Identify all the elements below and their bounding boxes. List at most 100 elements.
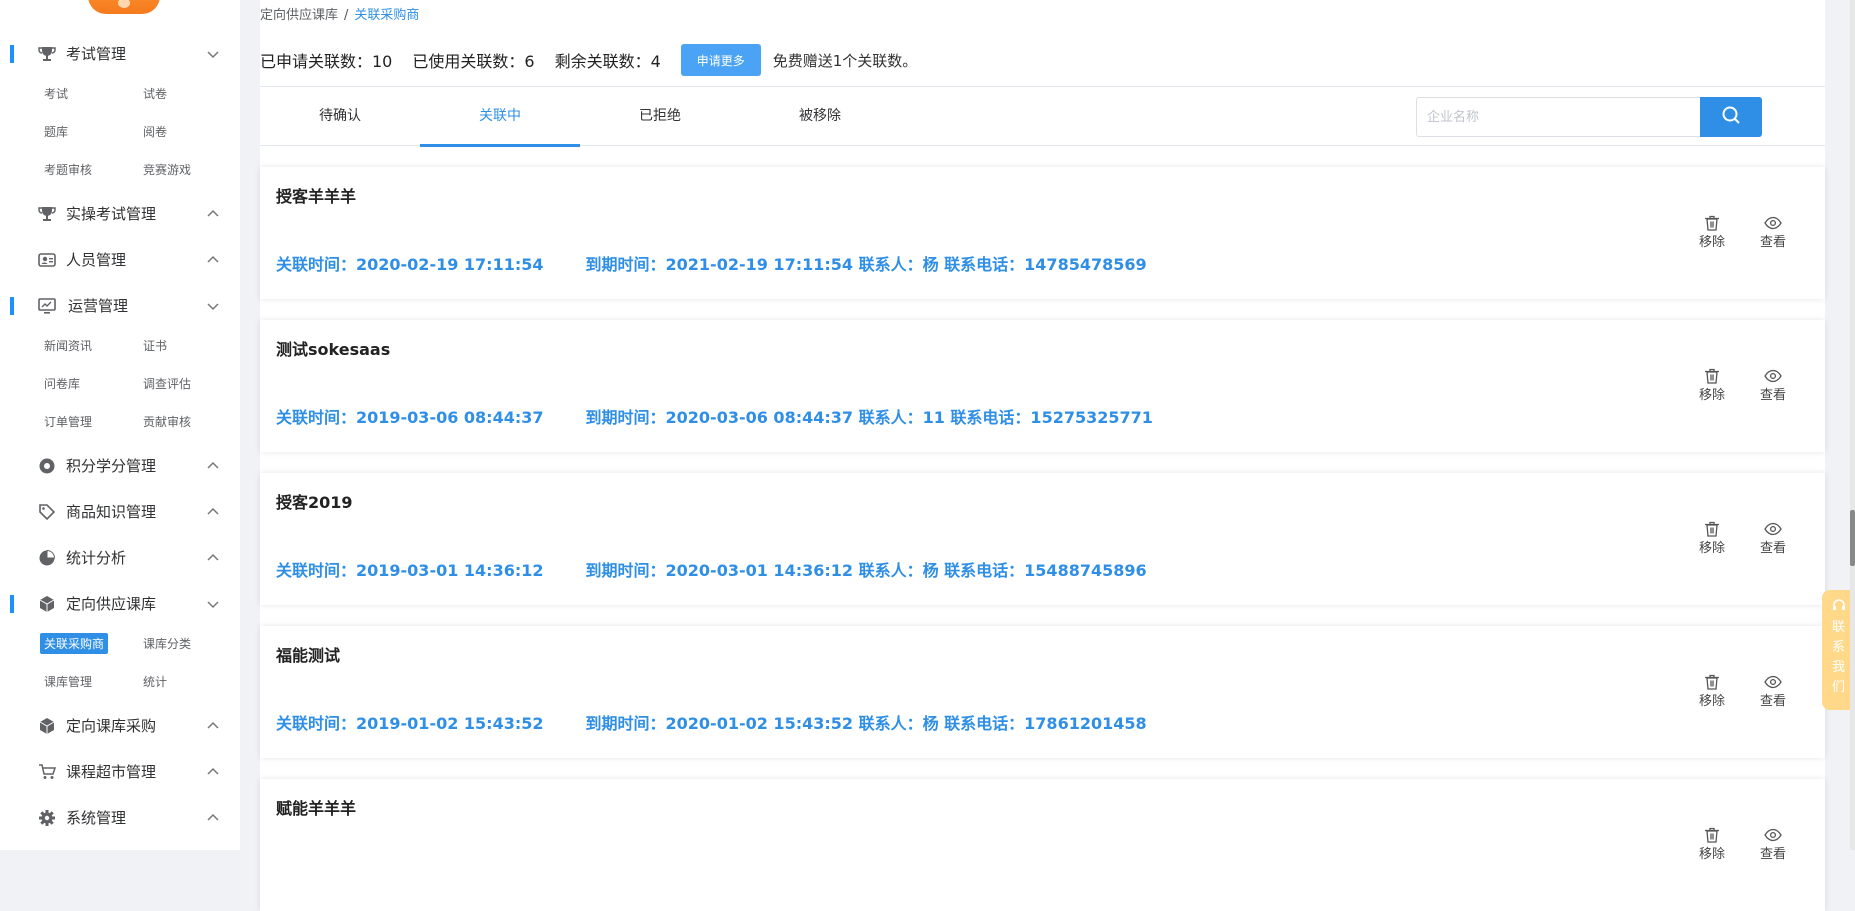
linked-time: 关联时间：2020-02-19 17:11:54 [276,255,544,274]
breadcrumb-current: 关联采购商 [354,8,420,23]
chevron-down-icon [206,46,220,60]
remove-label: 移除 [1698,388,1725,403]
breadcrumb-separator: / [344,8,349,23]
scrollbar-thumb[interactable] [1850,510,1855,566]
eye-icon [1753,215,1793,231]
company-name: 授客羊羊羊 [276,187,357,206]
linked-time: 关联时间：2019-03-01 14:36:12 [276,561,544,580]
card-info: 关联时间：2019-01-02 15:43:52 到期时间：2020-01-02 … [276,710,1147,734]
sidebar-group-label: 定向供应课库 [66,595,157,613]
sidebar-item-library-management[interactable]: 课库管理 [44,673,92,690]
chevron-up-icon [206,504,220,518]
chevron-up-icon [206,764,220,778]
sidebar-group-points[interactable]: 积分学分管理 [0,443,240,489]
tab-pending[interactable]: 待确认 [260,87,420,147]
linked-time: 关联时间：2019-01-02 15:43:52 [276,714,544,733]
sidebar-group-system[interactable]: 系统管理 [0,795,240,841]
purchaser-card: 福能测试 关联时间：2019-01-02 15:43:52 到期时间：2020-0… [260,626,1825,758]
expiry-contact: 到期时间：2020-03-06 08:44:37 联系人：11 联系电话：152… [585,408,1153,427]
sidebar-group-label: 实操考试管理 [66,205,157,223]
pie-chart-icon [38,549,56,567]
sidebar-group-statistics[interactable]: 统计分析 [0,535,240,581]
tab-linked[interactable]: 关联中 [420,87,580,147]
trash-icon [1692,368,1732,384]
sidebar-group-product-knowledge[interactable]: 商品知识管理 [0,489,240,535]
view-button[interactable]: 查看 [1753,215,1793,250]
applied-count: 已申请关联数：10 [260,52,393,71]
chevron-up-icon [206,810,220,824]
tab-removed[interactable]: 被移除 [740,87,900,147]
sidebar-item-library-category[interactable]: 课库分类 [143,635,191,652]
remove-button[interactable]: 移除 [1692,674,1732,709]
expiry-contact: 到期时间：2020-01-02 15:43:52 联系人：杨 联系电话：1786… [585,714,1147,733]
sidebar: 考试管理 考试 试卷 题库 阅卷 考题审核 竞赛游戏 实操考试管理 人员管理 运… [0,0,240,850]
sidebar-group-label: 考试管理 [66,45,127,63]
sidebar-group-directed-supply[interactable]: 定向供应课库 [0,581,240,627]
view-label: 查看 [1759,235,1786,250]
sidebar-item-stats[interactable]: 统计 [143,673,167,690]
card-info: 关联时间：2020-02-19 17:11:54 到期时间：2021-02-19 … [276,251,1147,275]
sidebar-item-exam[interactable]: 考试 [44,85,68,102]
sidebar-item-news[interactable]: 新闻资讯 [44,337,92,354]
remove-button[interactable]: 移除 [1692,215,1732,250]
sidebar-group-label: 课程超市管理 [66,763,157,781]
sidebar-item-certificate[interactable]: 证书 [143,337,167,354]
chevron-down-icon [206,596,220,610]
page-scrollbar[interactable] [1850,0,1855,850]
view-button[interactable]: 查看 [1753,368,1793,403]
sidebar-item-contest-game[interactable]: 竞赛游戏 [143,161,191,178]
association-stats: 已申请关联数：10 已使用关联数：6 剩余关联数：4 申请更多 免费赠送1个关联… [260,44,917,76]
sidebar-item-paper[interactable]: 试卷 [143,85,167,102]
sidebar-group-label: 积分学分管理 [66,457,157,475]
search-button[interactable] [1700,97,1762,137]
sidebar-group-label: 系统管理 [66,809,127,827]
breadcrumb-parent[interactable]: 定向供应课库 [260,8,338,23]
view-button[interactable]: 查看 [1753,827,1793,862]
box-icon [38,595,56,613]
logo [88,0,160,14]
remove-button[interactable]: 移除 [1692,827,1732,862]
view-label: 查看 [1759,847,1786,862]
sidebar-item-questionnaire[interactable]: 问卷库 [44,375,80,392]
sidebar-item-linked-purchasers[interactable]: 关联采购商 [40,633,109,654]
purchaser-card: 授客2019 关联时间：2019-03-01 14:36:12 到期时间：2020… [260,473,1825,605]
company-name: 授客2019 [276,493,353,512]
apply-more-button[interactable]: 申请更多 [680,44,761,76]
sidebar-item-survey[interactable]: 调查评估 [143,375,191,392]
tab-rejected[interactable]: 已拒绝 [580,87,740,147]
trash-icon [1692,215,1732,231]
box-icon [38,717,56,735]
sidebar-group-label: 商品知识管理 [66,503,157,521]
search-input[interactable] [1417,98,1707,136]
sidebar-group-course-market[interactable]: 课程超市管理 [0,749,240,795]
sidebar-item-question-review[interactable]: 考题审核 [44,161,92,178]
trash-icon [1692,521,1732,537]
purchaser-card: 授客羊羊羊 关联时间：2020-02-19 17:11:54 到期时间：2021-… [260,167,1825,299]
sidebar-item-orders[interactable]: 订单管理 [44,413,92,430]
view-button[interactable]: 查看 [1753,674,1793,709]
cart-icon [38,763,57,781]
sidebar-group-practical-exam[interactable]: 实操考试管理 [0,191,240,237]
chevron-up-icon [206,252,220,266]
remove-button[interactable]: 移除 [1692,368,1732,403]
sidebar-group-personnel[interactable]: 人员管理 [0,237,240,283]
remove-button[interactable]: 移除 [1692,521,1732,556]
chevron-down-icon [206,298,220,312]
remove-label: 移除 [1698,847,1725,862]
company-name: 测试sokesaas [276,340,391,359]
sidebar-group-label: 人员管理 [66,251,127,269]
sidebar-group-operations[interactable]: 运营管理 [0,283,240,329]
sidebar-item-contribution-review[interactable]: 贡献审核 [143,413,191,430]
search-icon [1721,105,1741,129]
sidebar-group-directed-purchase[interactable]: 定向课库采购 [0,703,240,749]
sidebar-group-exam[interactable]: 考试管理 [0,31,240,77]
active-accent [10,595,14,613]
eye-icon [1753,521,1793,537]
view-button[interactable]: 查看 [1753,521,1793,556]
sidebar-item-grading[interactable]: 阅卷 [143,123,167,140]
active-accent [10,297,14,315]
main-content: 定向供应课库 / 关联采购商 已申请关联数：10 已使用关联数：6 剩余关联数：4 … [260,0,1825,911]
gift-text: 免费赠送1个关联数。 [772,51,918,70]
company-search [1416,97,1762,137]
sidebar-item-question-bank[interactable]: 题库 [44,123,68,140]
